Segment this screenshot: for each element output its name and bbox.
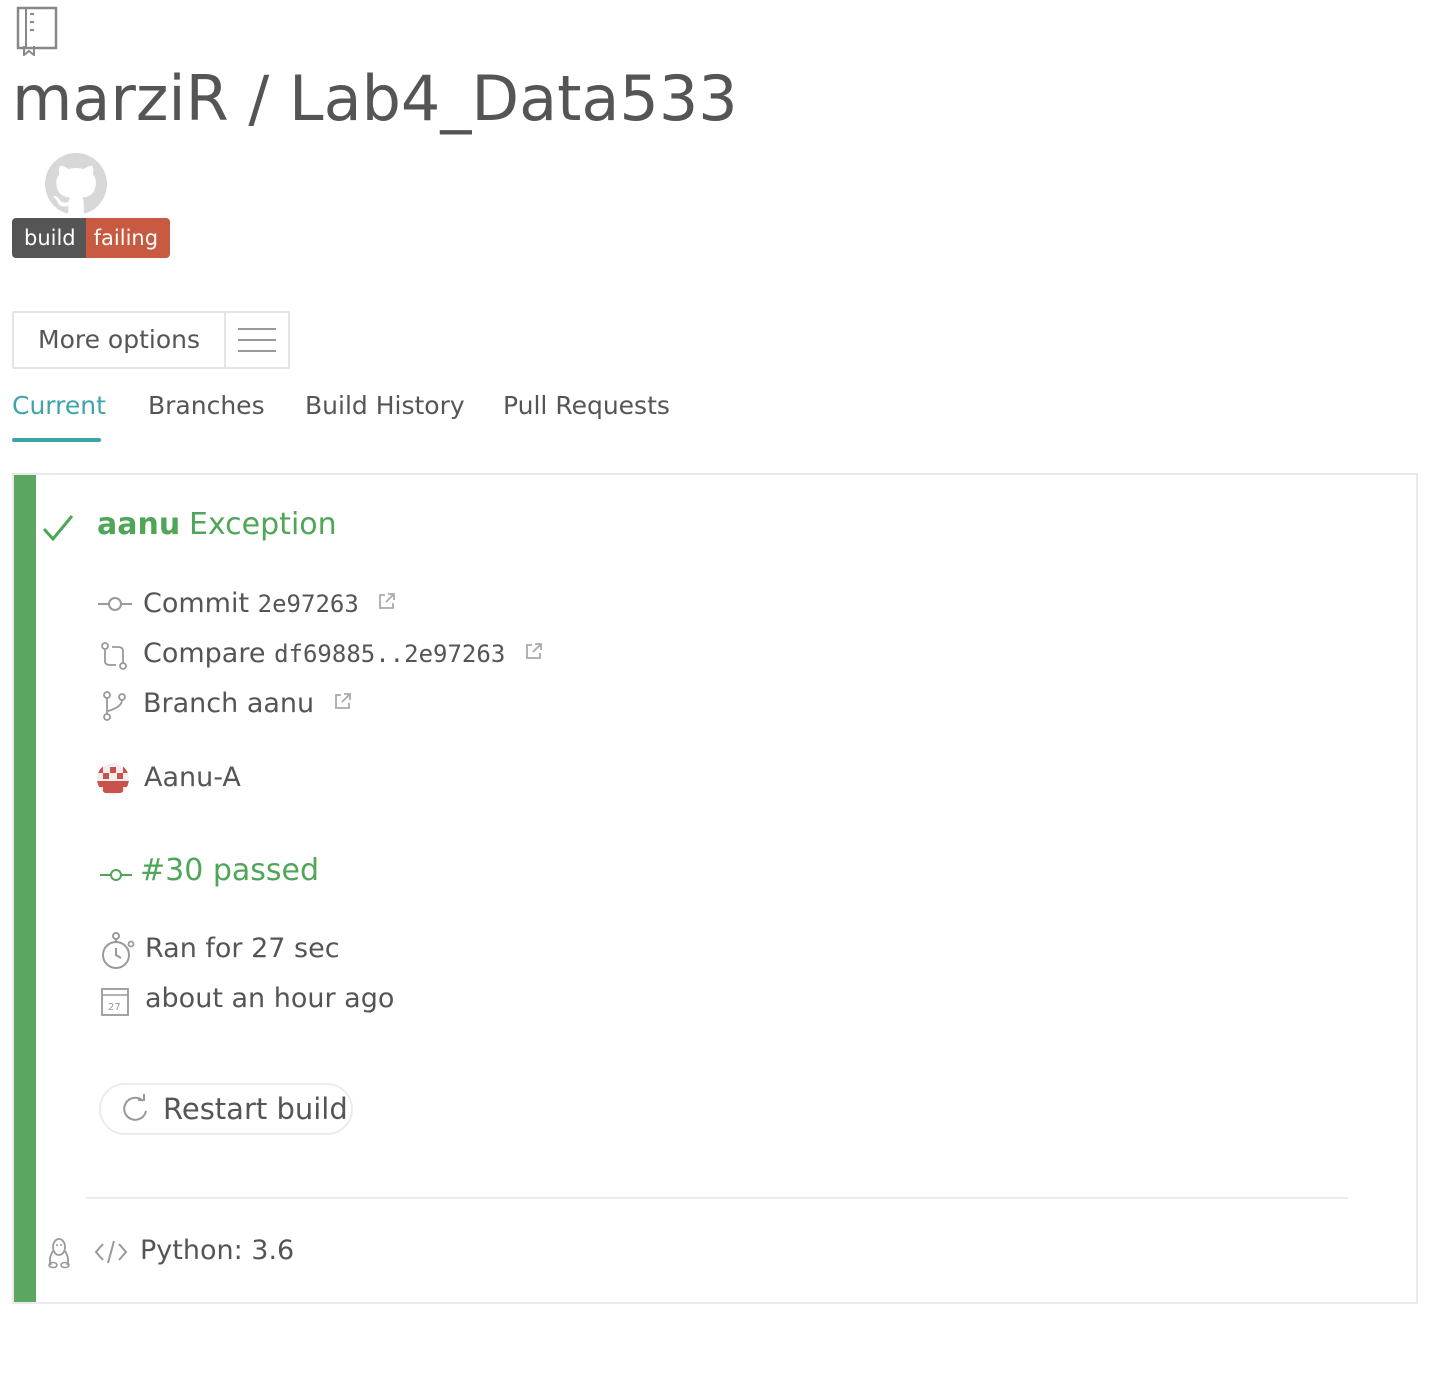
build-number-status[interactable]: #30 passed <box>140 853 319 888</box>
commit-icon <box>98 597 132 611</box>
stopwatch-icon <box>102 932 135 969</box>
restart-build-label: Restart build <box>163 1092 348 1126</box>
build-status-badge[interactable]: build failing <box>12 218 171 258</box>
external-link-icon <box>525 642 542 659</box>
avatar <box>97 763 129 795</box>
tab-pull-requests[interactable]: Pull Requests <box>503 386 670 426</box>
compare-label: Compare <box>143 638 266 669</box>
build-branch-name[interactable]: aanu <box>97 507 180 542</box>
more-options-label: More options <box>14 313 226 367</box>
external-link-icon <box>379 592 396 609</box>
commit-hash: 2e97263 <box>257 590 359 618</box>
current-build-card: aanu Exception Commit 2e97263 Compare df… <box>12 473 1418 1304</box>
code-icon <box>94 1240 128 1264</box>
compare-icon <box>101 642 127 670</box>
svg-text:27: 27 <box>108 1002 121 1013</box>
calendar-icon: 27 <box>101 988 129 1016</box>
build-status-stripe <box>14 475 36 1302</box>
branch-link[interactable]: Branch aanu <box>143 688 353 719</box>
compare-range: df69885..2e97263 <box>274 640 506 668</box>
hamburger-menu-icon[interactable] <box>226 327 288 353</box>
tab-current[interactable]: Current <box>12 386 106 426</box>
active-tab-indicator <box>12 438 101 442</box>
check-icon <box>42 515 74 542</box>
commit-link[interactable]: Commit 2e97263 <box>143 588 397 619</box>
branch-icon <box>103 691 126 721</box>
commit-label: Commit <box>143 588 250 619</box>
build-commit-message: Exception <box>189 507 337 542</box>
external-link-icon <box>334 692 351 709</box>
restart-build-button[interactable]: Restart build <box>99 1083 353 1135</box>
github-icon[interactable] <box>45 153 107 215</box>
compare-link[interactable]: Compare df69885..2e97263 <box>143 638 544 669</box>
badge-status: failing <box>85 218 171 258</box>
linux-tux-icon <box>48 1238 70 1269</box>
tab-build-history[interactable]: Build History <box>305 386 465 426</box>
restart-icon <box>123 1094 147 1121</box>
card-divider <box>86 1197 1348 1199</box>
build-author: Aanu-A <box>144 762 241 793</box>
repo-title[interactable]: marziR / Lab4_Data533 <box>12 62 738 135</box>
more-options-button[interactable]: More options <box>12 311 290 369</box>
language-version: Python: 3.6 <box>140 1235 295 1266</box>
badge-label: build <box>12 218 86 258</box>
commit-status-icon <box>100 869 132 881</box>
branch-value: aanu <box>246 688 315 719</box>
repo-book-icon <box>16 6 58 56</box>
build-duration: Ran for 27 sec <box>145 933 340 964</box>
branch-label: Branch <box>143 688 239 719</box>
tab-branches[interactable]: Branches <box>148 386 265 426</box>
build-finished-time: about an hour ago <box>145 983 395 1014</box>
